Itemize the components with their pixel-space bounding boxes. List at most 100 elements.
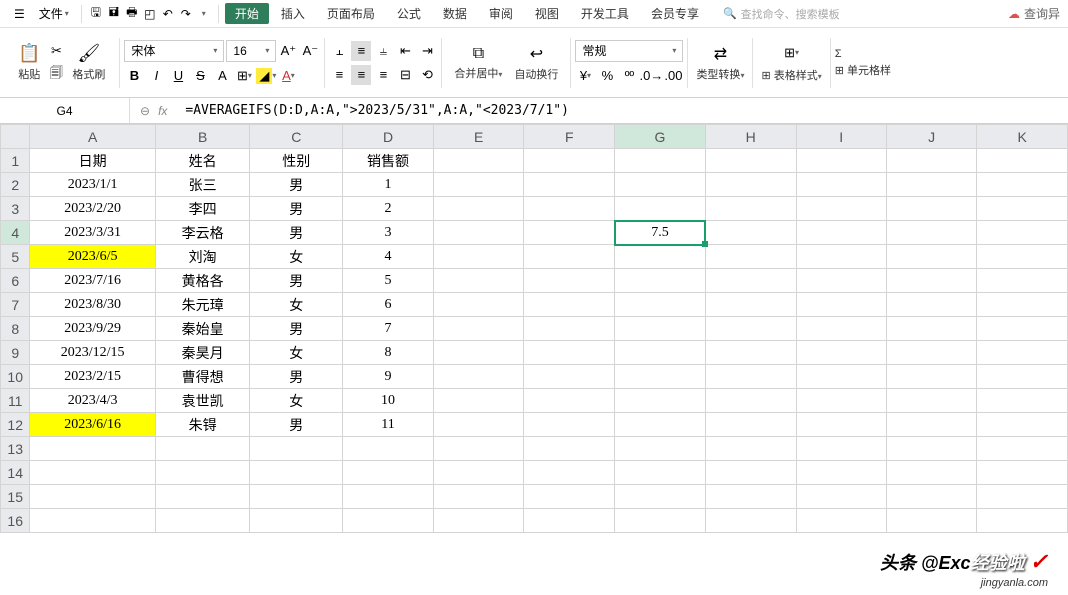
merge-button[interactable]: ⧉ 合并居中▾ (450, 43, 506, 83)
cell-C4[interactable]: 男 (250, 221, 343, 245)
row-head-10[interactable]: 10 (1, 365, 30, 389)
row-head-14[interactable]: 14 (1, 461, 30, 485)
cell-B14[interactable] (155, 461, 250, 485)
row-head-13[interactable]: 13 (1, 437, 30, 461)
tab-review[interactable]: 审阅 (479, 3, 523, 24)
cell-K3[interactable] (977, 197, 1068, 221)
cell-K13[interactable] (977, 437, 1068, 461)
cell-D8[interactable]: 7 (343, 317, 434, 341)
cell-I16[interactable] (796, 509, 886, 533)
cell-J8[interactable] (886, 317, 976, 341)
cell-D5[interactable]: 4 (343, 245, 434, 269)
cell-F14[interactable] (524, 461, 615, 485)
save-as-icon[interactable]: 🖬 (106, 6, 122, 22)
font-effect-button[interactable]: A (212, 66, 232, 86)
cell-B10[interactable]: 曹得想 (155, 365, 250, 389)
cell-I2[interactable] (796, 173, 886, 197)
cell-H3[interactable] (705, 197, 796, 221)
cell-C16[interactable] (250, 509, 343, 533)
cell-K15[interactable] (977, 485, 1068, 509)
cell-A7[interactable]: 2023/8/30 (30, 293, 155, 317)
cell-D4[interactable]: 3 (343, 221, 434, 245)
cell-J4[interactable] (886, 221, 976, 245)
cell-J2[interactable] (886, 173, 976, 197)
cell-J6[interactable] (886, 269, 976, 293)
cell-F13[interactable] (524, 437, 615, 461)
align-middle-icon[interactable]: ≡ (351, 41, 371, 61)
row-head-4[interactable]: 4 (1, 221, 30, 245)
cell-C2[interactable]: 男 (250, 173, 343, 197)
cell-B2[interactable]: 张三 (155, 173, 250, 197)
cell-B11[interactable]: 袁世凯 (155, 389, 250, 413)
cell-J7[interactable] (886, 293, 976, 317)
cell-H11[interactable] (705, 389, 796, 413)
col-head-B[interactable]: B (155, 125, 250, 149)
row-head-9[interactable]: 9 (1, 341, 30, 365)
save-icon[interactable]: 🖫 (88, 6, 104, 22)
tab-insert[interactable]: 插入 (271, 3, 315, 24)
cell-E12[interactable] (433, 413, 524, 437)
indent-increase-icon[interactable]: ⇥ (417, 41, 437, 61)
cell-F6[interactable] (524, 269, 615, 293)
cell-F7[interactable] (524, 293, 615, 317)
increase-font-icon[interactable]: A⁺ (278, 41, 298, 61)
cell-B6[interactable]: 黄格各 (155, 269, 250, 293)
decimal-dec-icon[interactable]: .00 (663, 66, 683, 86)
cell-G7[interactable] (615, 293, 706, 317)
row-head-16[interactable]: 16 (1, 509, 30, 533)
cell-A3[interactable]: 2023/2/20 (30, 197, 155, 221)
cell-G4[interactable]: 7.5 (615, 221, 706, 245)
percent-icon[interactable]: % (597, 66, 617, 86)
tab-data[interactable]: 数据 (433, 3, 477, 24)
cell-J9[interactable] (886, 341, 976, 365)
cell-F4[interactable] (524, 221, 615, 245)
cell-H15[interactable] (705, 485, 796, 509)
cell-H16[interactable] (705, 509, 796, 533)
cell-A2[interactable]: 2023/1/1 (30, 173, 155, 197)
cell-G5[interactable] (615, 245, 706, 269)
cell-E15[interactable] (433, 485, 524, 509)
cell-B3[interactable]: 李四 (155, 197, 250, 221)
cell-C6[interactable]: 男 (250, 269, 343, 293)
redo-icon[interactable]: ↷ (178, 6, 194, 22)
align-bottom-icon[interactable]: ⫨ (373, 41, 393, 61)
cell-G13[interactable] (615, 437, 706, 461)
cell-D15[interactable] (343, 485, 434, 509)
cell-B9[interactable]: 秦昊月 (155, 341, 250, 365)
cell-B4[interactable]: 李云格 (155, 221, 250, 245)
cell-D7[interactable]: 6 (343, 293, 434, 317)
command-search[interactable]: 🔍 查找命令、搜索模板 (723, 6, 840, 22)
cell-K6[interactable] (977, 269, 1068, 293)
cell-style-button[interactable]: ⊞ 单元格样 (835, 62, 891, 78)
cell-I10[interactable] (796, 365, 886, 389)
row-head-6[interactable]: 6 (1, 269, 30, 293)
cell-I3[interactable] (796, 197, 886, 221)
cell-E3[interactable] (433, 197, 524, 221)
cell-F8[interactable] (524, 317, 615, 341)
cell-F15[interactable] (524, 485, 615, 509)
query-label[interactable]: 查询异 (1024, 5, 1060, 22)
cell-C7[interactable]: 女 (250, 293, 343, 317)
cell-H12[interactable] (705, 413, 796, 437)
number-format-select[interactable]: 常规▾ (575, 40, 683, 62)
cell-H7[interactable] (705, 293, 796, 317)
name-box[interactable]: G4 (0, 98, 130, 123)
cell-H2[interactable] (705, 173, 796, 197)
col-head-K[interactable]: K (977, 125, 1068, 149)
cell-H14[interactable] (705, 461, 796, 485)
cell-D16[interactable] (343, 509, 434, 533)
cell-F3[interactable] (524, 197, 615, 221)
cell-J12[interactable] (886, 413, 976, 437)
cell-I15[interactable] (796, 485, 886, 509)
cell-E11[interactable] (433, 389, 524, 413)
cell-I11[interactable] (796, 389, 886, 413)
cell-J15[interactable] (886, 485, 976, 509)
cell-E16[interactable] (433, 509, 524, 533)
cell-A12[interactable]: 2023/6/16 (30, 413, 155, 437)
cell-J3[interactable] (886, 197, 976, 221)
cell-I8[interactable] (796, 317, 886, 341)
row-head-7[interactable]: 7 (1, 293, 30, 317)
cell-B12[interactable]: 朱锝 (155, 413, 250, 437)
spreadsheet-grid[interactable]: A B C D E F G H I J K 1日期姓名性别销售额22023/1/… (0, 124, 1068, 533)
table-style-button[interactable]: ⊞ 表格样式▾ (761, 67, 821, 83)
